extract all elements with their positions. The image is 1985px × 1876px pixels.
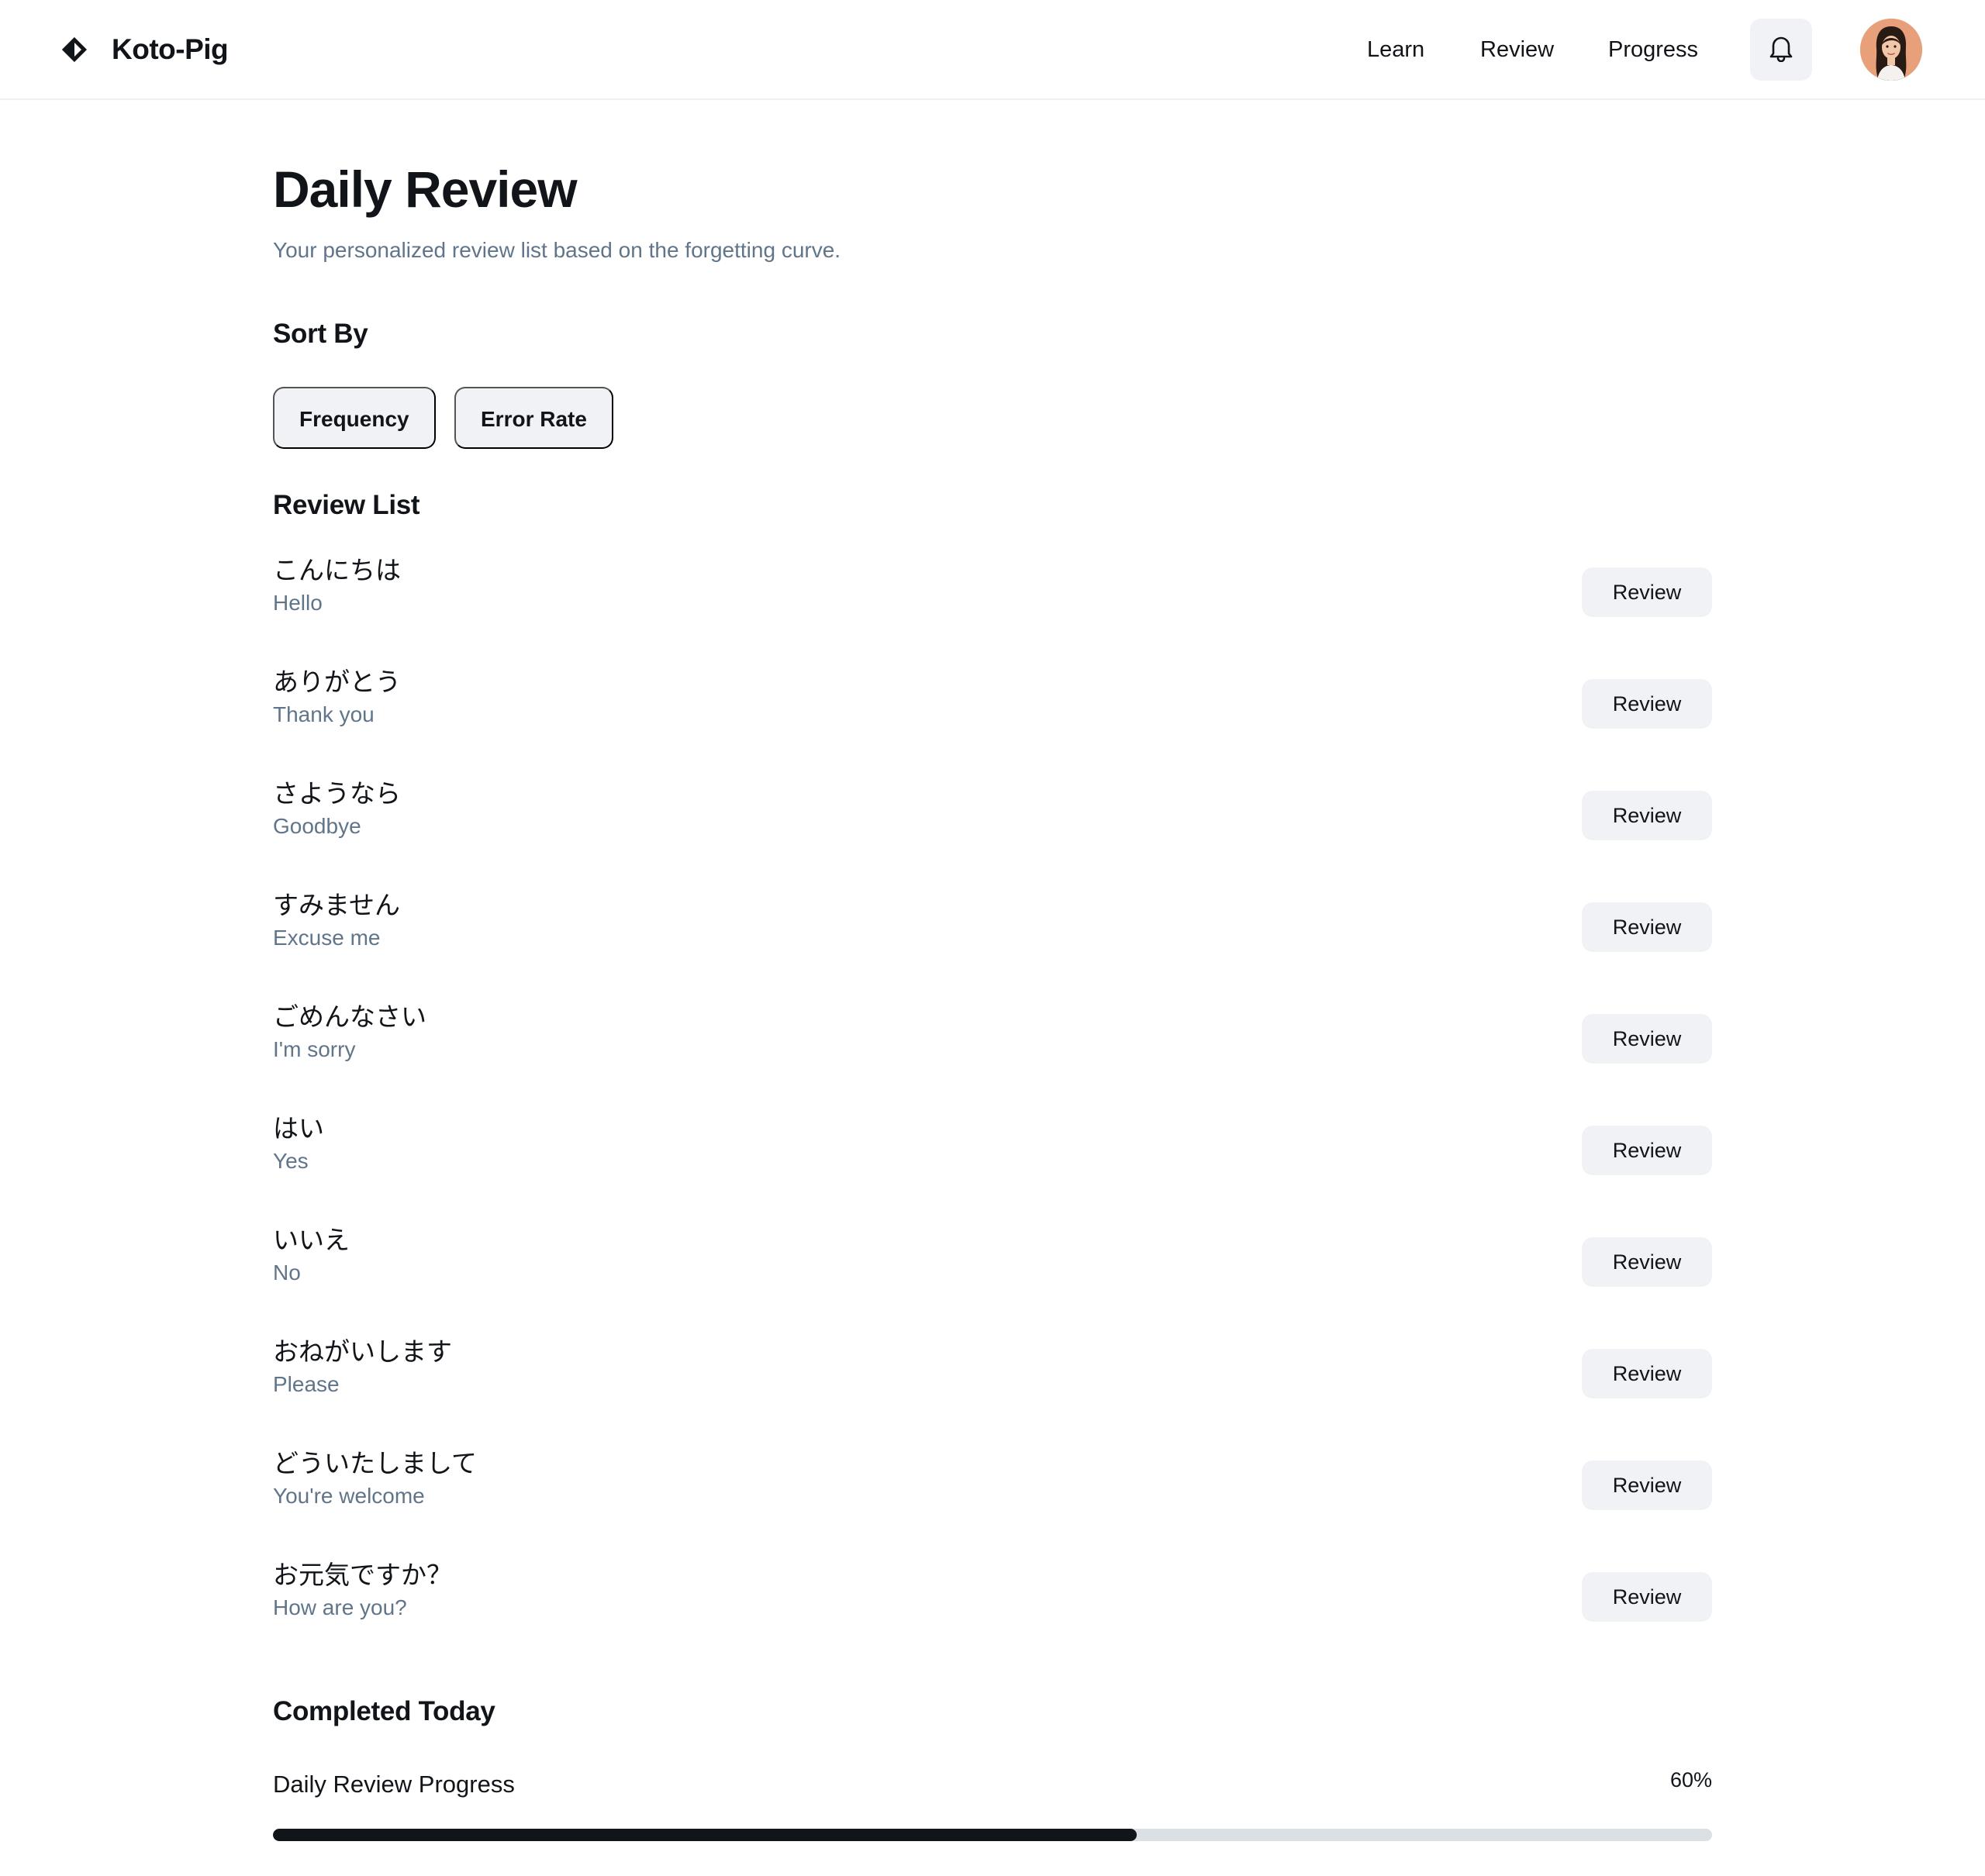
list-item: ありがとう Thank you Review <box>273 664 1712 776</box>
list-item: ごめんなさい I'm sorry Review <box>273 999 1712 1111</box>
top-navigation-bar: Koto-Pig Learn Review Progress <box>0 0 1985 100</box>
completed-today-heading: Completed Today <box>273 1696 495 1726</box>
review-button[interactable]: Review <box>1582 791 1712 840</box>
page-title: Daily Review <box>273 160 578 218</box>
review-button[interactable]: Review <box>1582 1237 1712 1287</box>
english-translation: How are you? <box>273 1595 407 1619</box>
list-item: おねがいします Please Review <box>273 1334 1712 1446</box>
review-button[interactable]: Review <box>1582 1572 1712 1622</box>
progress-bar <box>273 1829 1712 1841</box>
review-button[interactable]: Review <box>1582 679 1712 729</box>
sort-error-rate-button[interactable]: Error Rate <box>454 387 613 449</box>
review-button[interactable]: Review <box>1582 1014 1712 1064</box>
progress-label: Daily Review Progress <box>273 1771 515 1798</box>
list-item: さようなら Goodbye Review <box>273 776 1712 888</box>
english-translation: Excuse me <box>273 926 381 950</box>
review-button[interactable]: Review <box>1582 1460 1712 1510</box>
review-list: こんにちは Hello Review ありがとう Thank you Revie… <box>273 553 1712 1669</box>
japanese-phrase: どういたしまして <box>273 1448 478 1478</box>
main-nav: Learn Review Progress <box>0 28 1985 71</box>
list-item: お元気ですか？ How are you? Review <box>273 1557 1712 1669</box>
english-translation: Thank you <box>273 702 375 726</box>
english-translation: Yes <box>273 1149 309 1173</box>
list-item: いいえ No Review <box>273 1223 1712 1334</box>
progress-percentage: 60% <box>1669 1768 1712 1792</box>
nav-review-link[interactable]: Review <box>1480 28 1554 71</box>
sort-by-heading: Sort By <box>273 319 368 349</box>
nav-learn-link[interactable]: Learn <box>1367 28 1424 71</box>
list-item: こんにちは Hello Review <box>273 553 1712 664</box>
review-list-heading: Review List <box>273 490 420 520</box>
notifications-button[interactable] <box>1750 19 1812 81</box>
list-item: どういたしまして You're welcome Review <box>273 1446 1712 1557</box>
japanese-phrase: ごめんなさい <box>273 1002 426 1032</box>
japanese-phrase: さようなら <box>273 778 401 809</box>
english-translation: Hello <box>273 591 323 615</box>
review-button[interactable]: Review <box>1582 1349 1712 1398</box>
english-translation: Goodbye <box>273 814 361 838</box>
page-subtitle: Your personalized review list based on t… <box>273 238 841 262</box>
japanese-phrase: いいえ <box>273 1225 350 1255</box>
list-item: はい Yes Review <box>273 1111 1712 1223</box>
japanese-phrase: おねがいします <box>273 1336 452 1367</box>
japanese-phrase: はい <box>273 1113 324 1143</box>
review-button[interactable]: Review <box>1582 902 1712 952</box>
review-button[interactable]: Review <box>1582 567 1712 617</box>
nav-progress-link[interactable]: Progress <box>1608 28 1698 71</box>
bell-icon <box>1768 34 1794 66</box>
japanese-phrase: ありがとう <box>273 667 401 697</box>
english-translation: I'm sorry <box>273 1037 356 1061</box>
review-button[interactable]: Review <box>1582 1126 1712 1175</box>
user-avatar[interactable] <box>1860 19 1922 81</box>
list-item: すみません Excuse me Review <box>273 888 1712 999</box>
english-translation: Please <box>273 1372 340 1396</box>
japanese-phrase: すみません <box>273 890 401 920</box>
sort-frequency-button[interactable]: Frequency <box>273 387 436 449</box>
progress-bar-fill <box>273 1829 1137 1841</box>
japanese-phrase: こんにちは <box>273 555 401 585</box>
english-translation: You're welcome <box>273 1484 425 1508</box>
japanese-phrase: お元気ですか？ <box>273 1560 452 1590</box>
english-translation: No <box>273 1260 301 1285</box>
